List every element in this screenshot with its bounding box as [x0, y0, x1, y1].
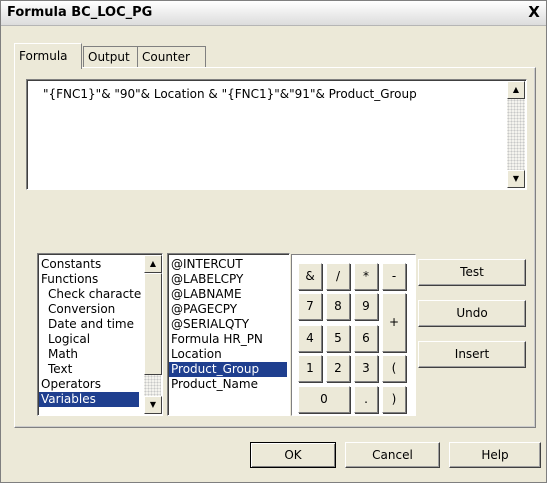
key-close-paren[interactable]: ) — [382, 386, 406, 413]
key-multiply[interactable]: * — [354, 263, 378, 290]
key-9[interactable]: 9 — [354, 293, 378, 320]
list-item[interactable]: Operators — [41, 377, 101, 392]
key-open-paren[interactable]: ( — [382, 355, 406, 382]
list-item[interactable]: Date and time — [48, 317, 134, 332]
help-button[interactable]: Help — [449, 442, 541, 468]
list-item[interactable]: Conversion — [48, 302, 115, 317]
list-item[interactable]: @PAGECPY — [171, 302, 237, 317]
scroll-thumb[interactable] — [144, 273, 162, 375]
close-icon[interactable]: X — [526, 4, 542, 20]
scroll-up-icon[interactable]: ▲ — [144, 255, 162, 273]
scroll-down-icon[interactable]: ▼ — [507, 170, 525, 188]
key-8[interactable]: 8 — [326, 293, 350, 320]
tab-formula[interactable]: Formula — [14, 43, 82, 69]
list-item[interactable]: Constants — [41, 257, 101, 272]
cancel-button[interactable]: Cancel — [345, 442, 440, 468]
key-1[interactable]: 1 — [298, 355, 322, 382]
insert-button[interactable]: Insert — [418, 341, 526, 368]
list-item[interactable]: Check characte — [48, 287, 141, 302]
list-item[interactable]: Location — [171, 347, 222, 362]
list-item[interactable]: Text — [48, 362, 72, 377]
window-title: Formula BC_LOC_PG — [7, 5, 153, 20]
list-item-selected[interactable]: Variables — [39, 392, 139, 407]
ok-button[interactable]: OK — [250, 442, 336, 468]
list-item[interactable]: Product_Name — [171, 377, 258, 392]
formula-text: "{FNC1}"& "90"& Location & "{FNC1}"&"91"… — [43, 87, 417, 101]
undo-button[interactable]: Undo — [418, 300, 526, 327]
list-item[interactable]: @LABNAME — [171, 287, 242, 302]
scroll-down-icon[interactable]: ▼ — [144, 396, 162, 414]
list-item[interactable]: @INTERCUT — [171, 257, 243, 272]
operator-keypad: & / * - 7 8 9 4 5 6 + 1 2 3 ( 0 . ) — [291, 254, 416, 416]
category-list[interactable]: Constants Functions Check characte Conve… — [37, 253, 163, 416]
list-item[interactable]: @SERIALQTY — [171, 317, 249, 332]
list-item[interactable]: Formula HR_PN — [171, 332, 263, 347]
title-bar[interactable]: Formula BC_LOC_PG X — [1, 1, 546, 26]
tab-output[interactable]: Output — [83, 46, 142, 67]
tab-counter[interactable]: Counter — [137, 46, 206, 67]
key-7[interactable]: 7 — [298, 293, 322, 320]
list-item-selected[interactable]: Product_Group — [169, 362, 287, 377]
key-4[interactable]: 4 — [298, 325, 322, 352]
key-3[interactable]: 3 — [354, 355, 378, 382]
key-5[interactable]: 5 — [326, 325, 350, 352]
key-6[interactable]: 6 — [354, 325, 378, 352]
category-scrollbar[interactable]: ▲ ▼ — [144, 255, 162, 414]
list-item[interactable]: Logical — [48, 332, 90, 347]
formula-scrollbar[interactable]: ▲ ▼ — [507, 81, 525, 188]
formula-editor[interactable]: "{FNC1}"& "90"& Location & "{FNC1}"&"91"… — [26, 79, 527, 190]
dialog-window: Formula BC_LOC_PG X Formula Output Count… — [0, 0, 547, 483]
list-item[interactable]: @LABELCPY — [171, 272, 243, 287]
list-item[interactable]: Math — [48, 347, 78, 362]
key-0[interactable]: 0 — [298, 386, 350, 413]
key-divide[interactable]: / — [326, 263, 350, 290]
test-button[interactable]: Test — [418, 259, 526, 286]
key-minus[interactable]: - — [382, 263, 406, 290]
scroll-up-icon[interactable]: ▲ — [507, 81, 525, 99]
key-2[interactable]: 2 — [326, 355, 350, 382]
variable-list[interactable]: @INTERCUT @LABELCPY @LABNAME @PAGECPY @S… — [167, 253, 290, 416]
key-plus[interactable]: + — [382, 293, 406, 352]
key-dot[interactable]: . — [354, 386, 378, 413]
key-ampersand[interactable]: & — [298, 263, 322, 290]
list-item[interactable]: Functions — [41, 272, 98, 287]
